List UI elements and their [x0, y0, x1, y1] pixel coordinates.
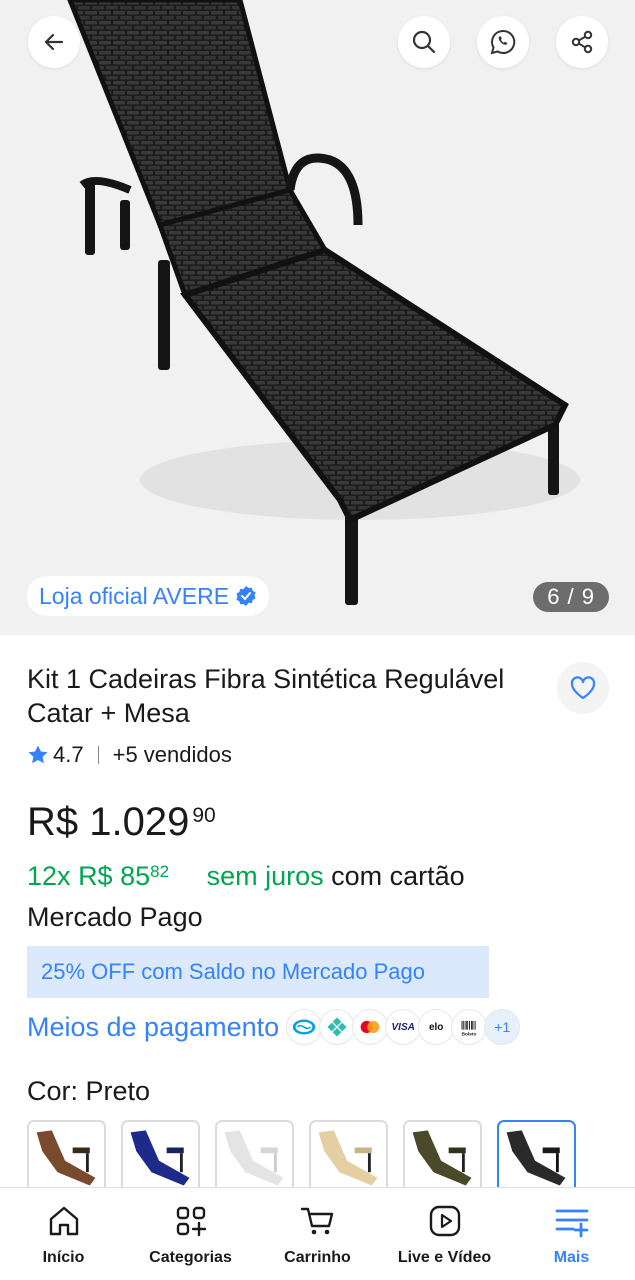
nav-cart[interactable]: Carrinho	[254, 1188, 381, 1280]
rating-value: 4.7	[53, 742, 84, 767]
search-button[interactable]	[398, 16, 450, 68]
swatch-image	[412, 1130, 472, 1186]
verified-icon	[236, 586, 256, 606]
swatch-preto[interactable]	[497, 1120, 576, 1192]
mastercard-icon	[352, 1009, 389, 1045]
installment-suffix: com cartão	[331, 861, 465, 891]
store-name: Loja oficial AVERE	[39, 582, 230, 609]
color-label: Cor: Preto	[27, 1076, 151, 1106]
installments: 12x R$ 8582 sem juros com cartão	[27, 856, 587, 896]
color-swatches	[27, 1120, 576, 1192]
pix-icon	[319, 1009, 356, 1045]
payment-icons: VISA elo Boleto +1	[286, 1009, 521, 1045]
swatch-branco[interactable]	[215, 1120, 294, 1192]
nav-live-video-label: Live e Vídeo	[397, 1249, 492, 1266]
swatch-azul[interactable]	[121, 1120, 200, 1192]
menu-plus-icon	[555, 1209, 588, 1238]
product-image[interactable]	[0, 0, 635, 635]
more-payment-methods[interactable]: +1	[484, 1009, 521, 1045]
sold-count: +5 vendidos	[112, 742, 232, 767]
image-counter: 6 / 9	[533, 582, 609, 612]
categories-icon	[176, 1206, 206, 1237]
product-title: Kit 1 Cadeiras Fibra Sintética Regulável…	[27, 664, 505, 728]
price-cents: 90	[192, 804, 216, 827]
play-icon	[429, 1205, 460, 1237]
arrow-left-icon	[44, 33, 64, 51]
bottom-navigation: Início Categorias Carrinho Live e Vídeo …	[0, 1187, 635, 1280]
nav-home[interactable]: Início	[0, 1188, 127, 1280]
favorite-button[interactable]	[557, 662, 609, 714]
share-icon	[571, 30, 593, 54]
installment-card-name: Mercado Pago	[27, 902, 203, 932]
star-icon	[28, 745, 48, 764]
installment-value: R$ 85	[78, 861, 151, 891]
installments-count: 12x	[27, 861, 71, 891]
nav-more-label: Mais	[553, 1249, 590, 1266]
swatch-image	[130, 1130, 190, 1186]
home-icon	[49, 1206, 78, 1236]
whatsapp-icon	[490, 29, 516, 55]
nav-cart-label: Carrinho	[284, 1249, 351, 1266]
nav-categories[interactable]: Categorias	[127, 1188, 254, 1280]
official-store-badge[interactable]: Loja oficial AVERE	[27, 576, 270, 616]
price: R$ 1.029 90	[27, 800, 216, 845]
swatch-image	[506, 1130, 566, 1186]
swatch-marrom[interactable]	[27, 1120, 106, 1192]
heart-icon	[570, 676, 596, 700]
swatch-bege[interactable]	[309, 1120, 388, 1192]
nav-categories-label: Categorias	[149, 1249, 232, 1266]
swatch-image	[318, 1130, 378, 1186]
svg-text:Boleto: Boleto	[462, 1032, 477, 1038]
swatch-image	[224, 1130, 284, 1186]
promo-banner: 25% OFF com Saldo no Mercado Pago	[27, 946, 489, 998]
divider	[97, 746, 99, 764]
search-icon	[412, 30, 436, 54]
cart-icon	[300, 1207, 333, 1235]
back-button[interactable]	[28, 16, 80, 68]
nav-home-label: Início	[42, 1249, 85, 1266]
boleto-icon: Boleto	[451, 1009, 488, 1045]
payment-methods-row[interactable]: Meios de pagamento VISA elo Boleto +1	[27, 1006, 521, 1048]
share-button[interactable]	[556, 16, 608, 68]
mercado-pago-icon	[286, 1009, 323, 1045]
nav-more[interactable]: Mais	[508, 1188, 635, 1280]
nav-live-video[interactable]: Live e Vídeo	[381, 1188, 508, 1280]
rating-row[interactable]: 4.7 +5 vendidos	[27, 740, 232, 770]
whatsapp-share-button[interactable]	[477, 16, 529, 68]
installment-interest: sem juros	[206, 861, 324, 891]
swatch-image	[36, 1130, 96, 1186]
swatch-verde[interactable]	[403, 1120, 482, 1192]
price-integer: R$ 1.029	[27, 800, 190, 844]
payment-methods-link[interactable]: Meios de pagamento	[27, 1012, 279, 1043]
product-gallery[interactable]: Loja oficial AVERE 6 / 9	[0, 0, 635, 635]
elo-icon: elo	[418, 1009, 455, 1045]
visa-icon: VISA	[385, 1009, 422, 1045]
installment-cents: 82	[150, 862, 170, 881]
